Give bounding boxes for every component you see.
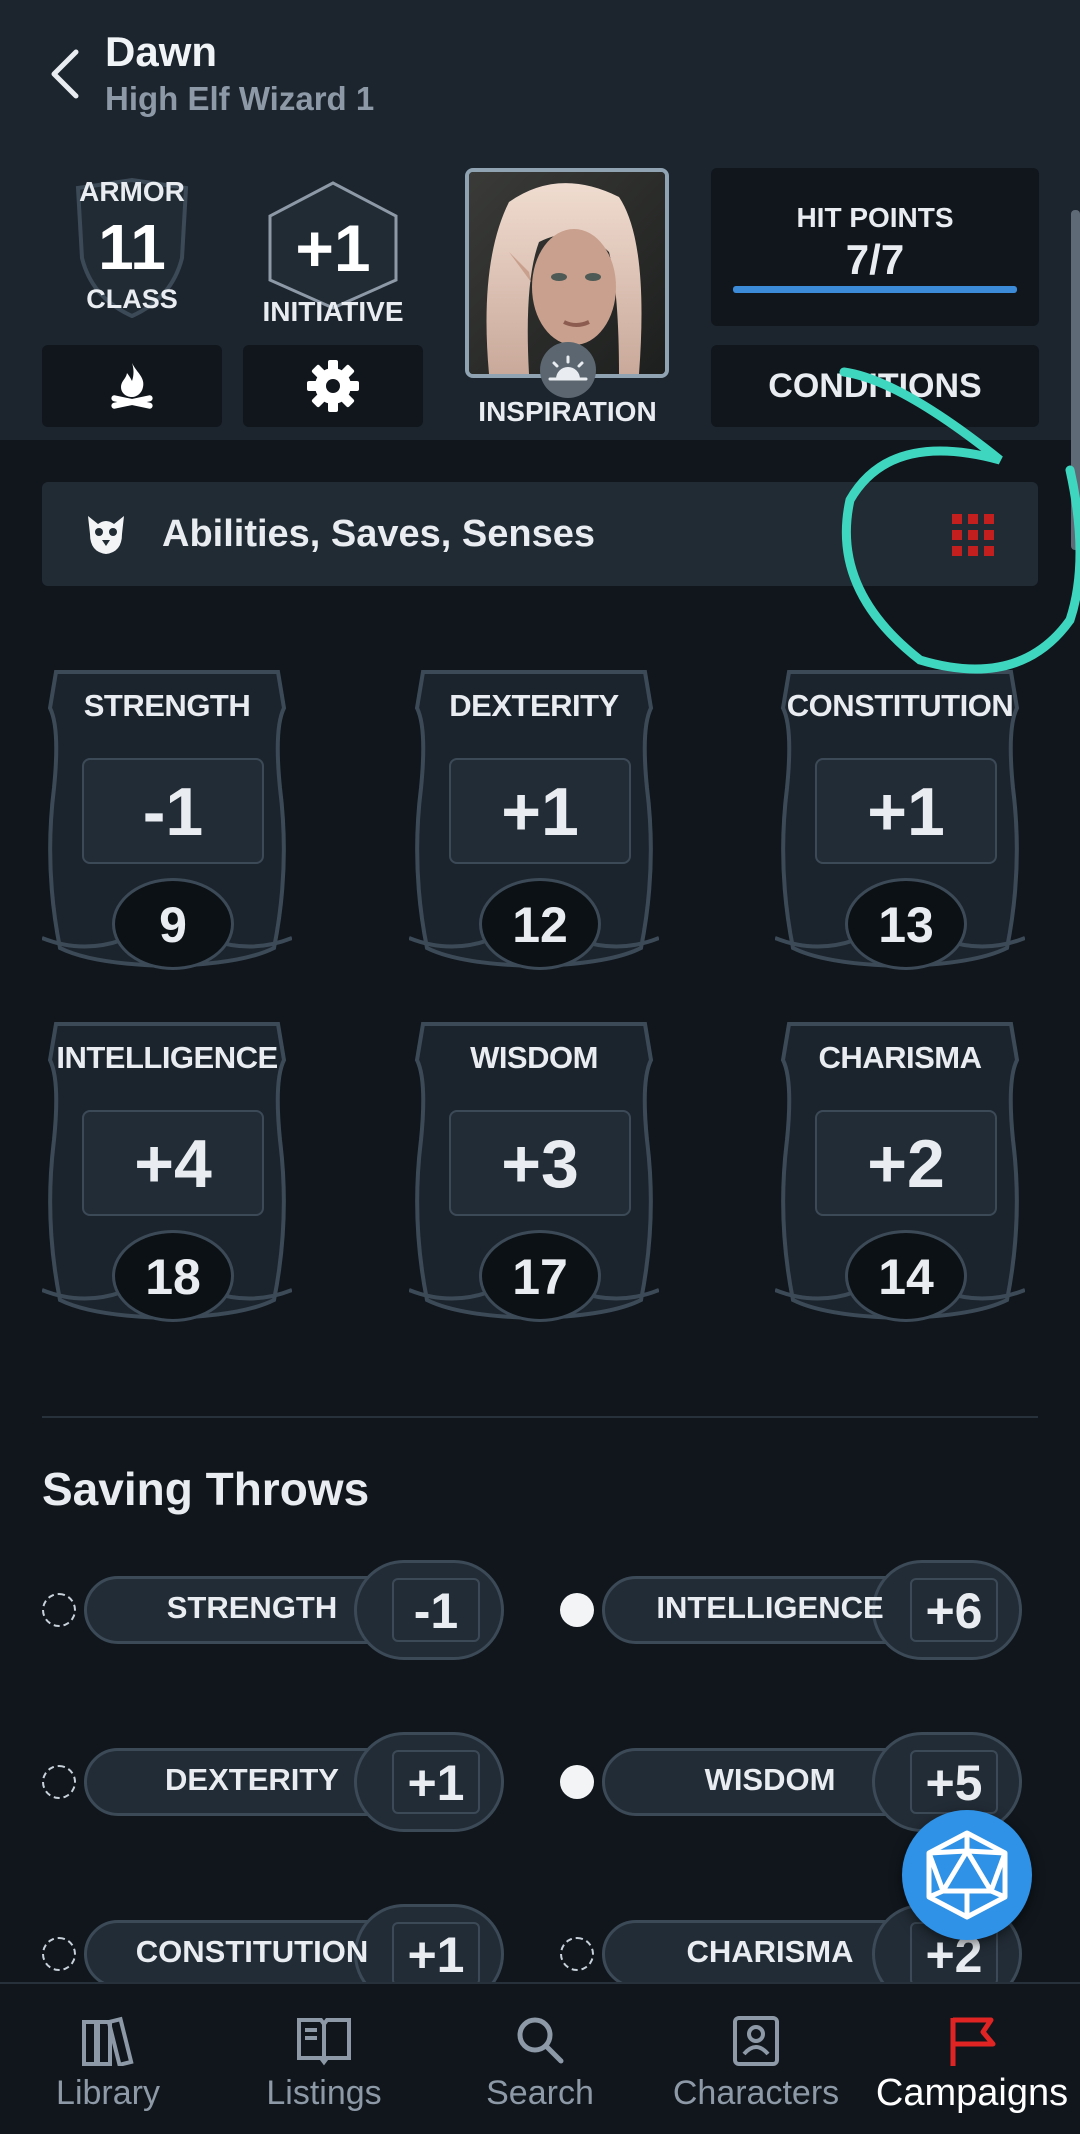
d20-icon xyxy=(926,1830,1008,1920)
saving-throw-name: WISDOM xyxy=(704,1762,836,1797)
ability-card-intelligence[interactable]: INTELLIGENCE +4 18 xyxy=(42,1020,292,1322)
ability-score: 12 xyxy=(479,878,601,970)
ability-name: INTELLIGENCE xyxy=(56,1040,278,1075)
settings-button[interactable] xyxy=(243,345,423,427)
sunrise-icon xyxy=(548,355,588,381)
proficiency-indicator xyxy=(42,1765,76,1799)
character-subtitle: High Elf Wizard 1 xyxy=(105,80,375,117)
ability-card-strength[interactable]: STRENGTH -1 9 xyxy=(42,668,292,970)
saving-throw-dexterity[interactable]: DEXTERITY +1 xyxy=(42,1732,542,1832)
nav-search[interactable]: Search xyxy=(432,1984,648,2134)
owlbear-icon xyxy=(88,516,124,554)
class-label: CLASS xyxy=(86,284,178,314)
nav-campaigns[interactable]: Campaigns xyxy=(864,1984,1080,2134)
back-arrow-icon[interactable] xyxy=(44,46,88,102)
annotation-circle xyxy=(839,367,1080,674)
section-title: Abilities, Saves, Senses xyxy=(162,513,596,555)
dice-roller-button[interactable] xyxy=(902,1810,1032,1940)
nav-characters[interactable]: Characters xyxy=(648,1984,864,2134)
saving-throw-value: +1 xyxy=(392,1750,480,1814)
ability-card-dexterity[interactable]: DEXTERITY +1 12 xyxy=(409,668,659,970)
inspiration-label: INSPIRATION xyxy=(478,396,657,427)
short-rest-button[interactable] xyxy=(42,345,222,427)
saving-throw-name: CONSTITUTION xyxy=(135,1934,369,1969)
ability-score: 14 xyxy=(845,1230,967,1322)
nav-characters-label: Characters xyxy=(672,2074,840,2112)
saving-throw-intelligence[interactable]: INTELLIGENCE +6 xyxy=(560,1560,1060,1660)
ability-name: STRENGTH xyxy=(83,688,251,723)
ability-name: DEXTERITY xyxy=(449,688,619,723)
ability-name: WISDOM xyxy=(470,1040,598,1075)
section-divider xyxy=(42,1416,1038,1418)
ability-name: CONSTITUTION xyxy=(786,688,1014,723)
hit-points-label: HIT POINTS xyxy=(796,202,954,233)
nav-listings-label: Listings xyxy=(266,2074,382,2112)
character-icon xyxy=(733,2016,779,2066)
initiative-badge[interactable]: +1 INITIATIVE xyxy=(258,180,408,330)
ability-modifier: +4 xyxy=(82,1110,264,1216)
hit-points-bar xyxy=(733,286,1017,293)
nav-search-label: Search xyxy=(486,2074,594,2112)
search-icon xyxy=(517,2017,564,2064)
ability-score: 13 xyxy=(845,878,967,970)
inspiration-toggle[interactable] xyxy=(540,342,596,398)
proficiency-indicator xyxy=(42,1593,76,1627)
ability-score: 17 xyxy=(479,1230,601,1322)
nav-campaigns-label: Campaigns xyxy=(875,2072,1069,2114)
proficiency-indicator xyxy=(560,1593,594,1627)
saving-throw-name: DEXTERITY xyxy=(165,1762,339,1797)
gear-icon xyxy=(307,360,359,412)
proficiency-indicator xyxy=(560,1937,594,1971)
ability-modifier: +1 xyxy=(449,758,631,864)
nav-listings[interactable]: Listings xyxy=(216,1984,432,2134)
saving-throws-title: Saving Throws xyxy=(42,1463,370,1515)
hit-points-bar-fill xyxy=(733,286,1017,293)
saving-throw-value: +6 xyxy=(910,1578,998,1642)
saving-throw-value: -1 xyxy=(392,1578,480,1642)
ability-modifier: -1 xyxy=(82,758,264,864)
saving-throw-name: CHARISMA xyxy=(686,1934,854,1969)
ability-score: 9 xyxy=(112,878,234,970)
saving-throw-value: +5 xyxy=(910,1750,998,1814)
character-name: Dawn xyxy=(105,28,218,75)
initiative-value: +1 xyxy=(295,211,371,285)
nav-library-label: Library xyxy=(56,2074,160,2112)
hit-points-box[interactable]: HIT POINTS 7/7 xyxy=(711,168,1039,326)
saving-throw-name: STRENGTH xyxy=(166,1590,338,1625)
ability-name: CHARISMA xyxy=(818,1040,982,1075)
ability-card-constitution[interactable]: CONSTITUTION +1 13 xyxy=(775,668,1025,970)
hit-points-value: 7/7 xyxy=(845,236,905,283)
saving-throw-name: INTELLIGENCE xyxy=(656,1590,884,1625)
proficiency-indicator xyxy=(560,1765,594,1799)
initiative-label: INITIATIVE xyxy=(262,296,404,327)
ability-score: 18 xyxy=(112,1230,234,1322)
saving-throw-value: +1 xyxy=(392,1922,480,1986)
ability-card-wisdom[interactable]: WISDOM +3 17 xyxy=(409,1020,659,1322)
saving-throw-strength[interactable]: STRENGTH -1 xyxy=(42,1560,542,1660)
flag-icon xyxy=(950,2017,996,2066)
bottom-navigation: Library Listings Search Characters Campa… xyxy=(0,1982,1080,2134)
ability-modifier: +2 xyxy=(815,1110,997,1216)
ability-modifier: +3 xyxy=(449,1110,631,1216)
nav-library[interactable]: Library xyxy=(0,1984,216,2134)
ability-modifier: +1 xyxy=(815,758,997,864)
proficiency-indicator xyxy=(42,1937,76,1971)
ability-card-charisma[interactable]: CHARISMA +2 14 xyxy=(775,1020,1025,1322)
library-icon xyxy=(82,2016,134,2066)
book-icon xyxy=(297,2018,351,2066)
armor-class-badge[interactable]: ARMOR 11 CLASS xyxy=(62,172,202,322)
campfire-icon xyxy=(111,363,153,409)
armor-label: ARMOR xyxy=(79,176,185,207)
armor-class-value: 11 xyxy=(98,211,166,283)
